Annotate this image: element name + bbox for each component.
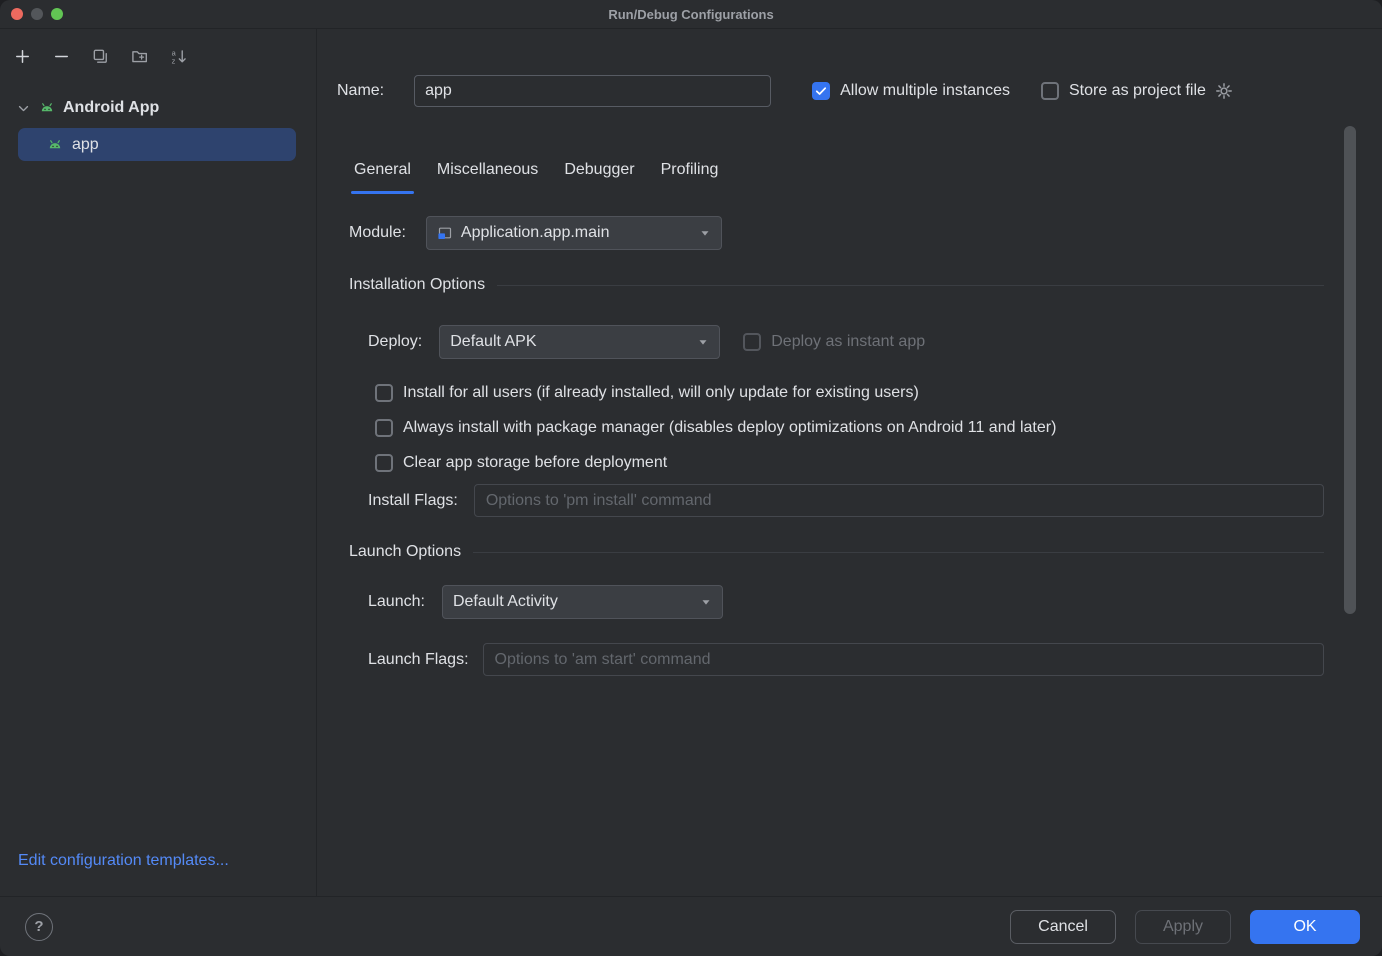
install-for-all-users-label: Install for all users (if already instal… — [403, 384, 919, 402]
always-install-package-manager-label: Always install with package manager (dis… — [403, 419, 1056, 437]
apply-button[interactable]: Apply — [1135, 910, 1231, 944]
window-title: Run/Debug Configurations — [608, 7, 773, 22]
tab-debugger[interactable]: Debugger — [551, 146, 647, 194]
checkbox-unchecked-icon — [375, 419, 393, 437]
allow-multiple-instances-checkbox[interactable]: Allow multiple instances — [812, 82, 1010, 100]
store-as-project-file-label: Store as project file — [1069, 82, 1206, 100]
copy-icon — [92, 48, 109, 65]
name-input[interactable] — [414, 75, 771, 107]
remove-configuration-button[interactable] — [47, 42, 75, 70]
launch-options-section-header: Launch Options — [349, 541, 1324, 563]
tab-miscellaneous[interactable]: Miscellaneous — [424, 146, 551, 194]
launch-flags-label: Launch Flags: — [368, 651, 469, 669]
launch-label: Launch: — [368, 593, 425, 611]
configuration-tabs: General Miscellaneous Debugger Profiling — [341, 146, 1382, 194]
dropdown-arrow-icon — [698, 226, 712, 240]
deploy-select[interactable]: Default APK — [439, 325, 720, 359]
ok-button[interactable]: OK — [1250, 910, 1360, 944]
tab-profiling[interactable]: Profiling — [648, 146, 732, 194]
close-window-button[interactable] — [11, 8, 23, 20]
deploy-label: Deploy: — [368, 333, 422, 351]
tree-group-label: Android App — [63, 99, 159, 117]
sidebar-toolbar: az — [0, 29, 316, 83]
launch-select[interactable]: Default Activity — [442, 585, 723, 619]
launch-options-title: Launch Options — [349, 543, 461, 561]
install-options-checkbox-group: Install for all users (if already instal… — [375, 375, 1324, 480]
cancel-button[interactable]: Cancel — [1010, 910, 1116, 944]
name-label: Name: — [337, 82, 384, 100]
tree-item-app[interactable]: app — [18, 128, 296, 161]
allow-multiple-instances-label: Allow multiple instances — [840, 82, 1010, 100]
clear-app-storage-checkbox[interactable]: Clear app storage before deployment — [375, 445, 1324, 480]
store-as-project-file-checkbox[interactable]: Store as project file — [1041, 82, 1206, 100]
always-install-package-manager-checkbox[interactable]: Always install with package manager (dis… — [375, 410, 1324, 445]
checkbox-unchecked-icon — [375, 384, 393, 402]
install-flags-label: Install Flags: — [368, 492, 458, 510]
name-row: Name: Allow multiple instances Store as … — [337, 75, 1342, 107]
deploy-as-instant-app-checkbox[interactable]: Deploy as instant app — [743, 333, 925, 351]
checkbox-unchecked-icon — [1041, 82, 1059, 100]
checkbox-disabled-icon — [743, 333, 761, 351]
module-value: Application.app.main — [461, 224, 610, 242]
zoom-window-button[interactable] — [51, 8, 63, 20]
configurations-tree: Android App app — [0, 83, 316, 161]
section-divider — [497, 285, 1324, 286]
sort-configurations-button[interactable]: az — [164, 42, 192, 70]
dialog-footer: ? Cancel Apply OK — [0, 896, 1382, 956]
help-button[interactable]: ? — [25, 913, 53, 941]
sort-az-icon: az — [170, 48, 187, 65]
configurations-sidebar: az Android App — [0, 29, 317, 896]
minimize-window-button — [31, 8, 43, 20]
deploy-value: Default APK — [450, 333, 536, 351]
android-icon — [39, 100, 55, 116]
launch-flags-row: Launch Flags: — [368, 643, 1324, 676]
copy-configuration-button[interactable] — [86, 42, 114, 70]
traffic-lights — [11, 0, 63, 28]
general-tab-panel: Module: Application.app.main Installatio… — [349, 216, 1324, 676]
install-flags-row: Install Flags: — [368, 484, 1324, 517]
tab-general[interactable]: General — [341, 146, 424, 194]
section-divider — [473, 552, 1324, 553]
vertical-scrollbar[interactable] — [1344, 126, 1356, 614]
module-select[interactable]: Application.app.main — [426, 216, 722, 250]
sidebar-footer: Edit configuration templates... — [0, 852, 316, 896]
minus-icon — [53, 48, 70, 65]
android-icon — [47, 137, 63, 153]
titlebar: Run/Debug Configurations — [0, 0, 1382, 29]
new-folder-button[interactable] — [125, 42, 153, 70]
deploy-as-instant-app-label: Deploy as instant app — [771, 333, 925, 351]
module-label: Module: — [349, 224, 406, 242]
dropdown-arrow-icon — [699, 595, 713, 609]
store-settings-button[interactable] — [1215, 82, 1233, 100]
svg-text:z: z — [171, 56, 175, 65]
install-flags-input[interactable] — [474, 484, 1324, 517]
checkbox-checked-icon — [812, 82, 830, 100]
edit-configuration-templates-link[interactable]: Edit configuration templates... — [18, 852, 229, 870]
chevron-down-icon[interactable] — [16, 101, 31, 116]
dialog-body: az Android App — [0, 29, 1382, 896]
question-mark-icon: ? — [34, 918, 43, 935]
configuration-editor: Name: Allow multiple instances Store as … — [317, 29, 1382, 896]
tree-item-label: app — [72, 136, 99, 154]
add-configuration-button[interactable] — [8, 42, 36, 70]
launch-row: Launch: Default Activity — [368, 584, 1324, 619]
module-row: Module: Application.app.main — [349, 216, 1324, 250]
plus-icon — [14, 48, 31, 65]
run-debug-configurations-dialog: Run/Debug Configurations — [0, 0, 1382, 956]
installation-options-section-header: Installation Options — [349, 274, 1324, 296]
clear-app-storage-label: Clear app storage before deployment — [403, 454, 667, 472]
deploy-row: Deploy: Default APK Deploy as instant ap… — [368, 324, 1324, 359]
module-icon — [437, 225, 453, 241]
tree-group-android-app[interactable]: Android App — [0, 91, 316, 125]
checkbox-unchecked-icon — [375, 454, 393, 472]
gear-icon — [1215, 82, 1233, 100]
installation-options-title: Installation Options — [349, 276, 485, 294]
launch-flags-input[interactable] — [483, 643, 1324, 676]
launch-value: Default Activity — [453, 593, 558, 611]
install-for-all-users-checkbox[interactable]: Install for all users (if already instal… — [375, 375, 1324, 410]
new-folder-icon — [131, 48, 148, 65]
dropdown-arrow-icon — [696, 335, 710, 349]
